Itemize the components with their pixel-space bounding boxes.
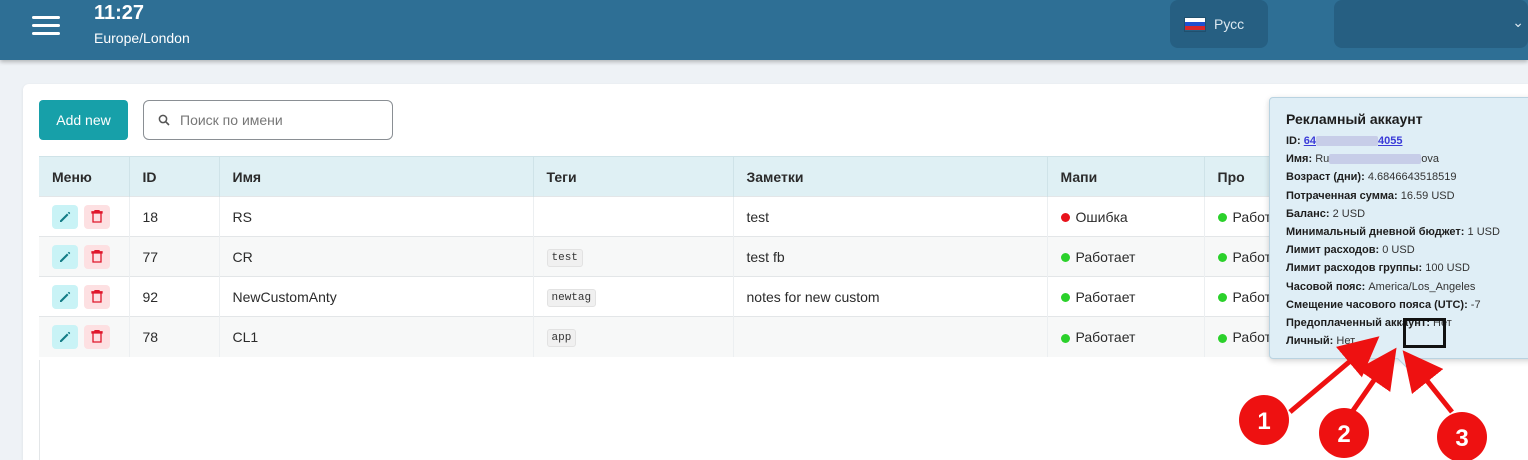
svg-text:3: 3 (1455, 425, 1468, 452)
annotation-overlay: 1 2 3 (1239, 336, 1487, 460)
annotation-arrow-3 (1402, 350, 1454, 414)
annotation-badge-1: 1 (1239, 395, 1289, 445)
annotation-arrow-2 (1349, 347, 1397, 414)
annotation-badge-3: 3 (1437, 412, 1487, 460)
annotation-badge-2: 2 (1319, 408, 1369, 458)
svg-text:2: 2 (1337, 421, 1350, 448)
svg-text:1: 1 (1257, 408, 1270, 435)
